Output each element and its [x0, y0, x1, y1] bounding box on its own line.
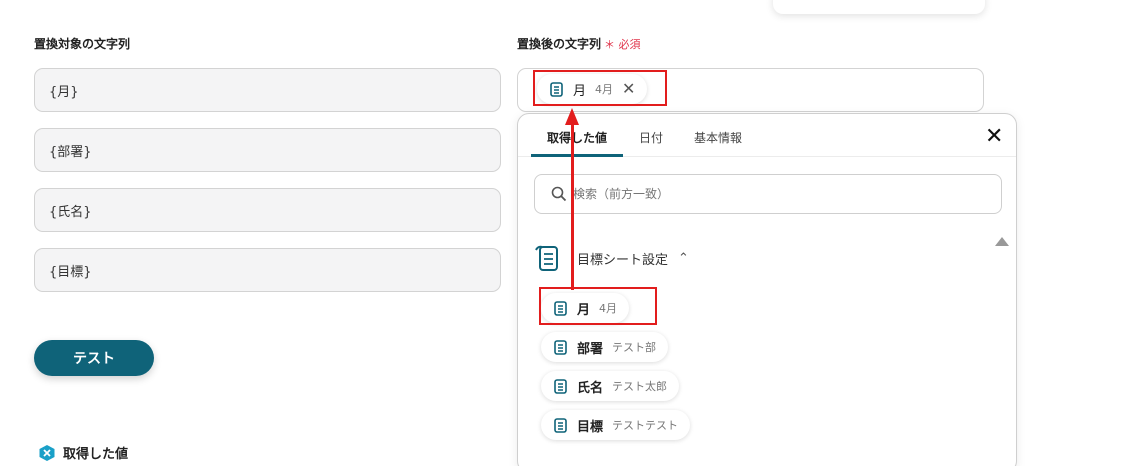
- replacement-label-text: 置換後の文字列: [517, 37, 602, 51]
- sheet-icon: [554, 378, 567, 394]
- search-icon: [551, 186, 567, 202]
- item-value: テストテスト: [612, 419, 679, 432]
- chevron-up-icon[interactable]: ⌃: [678, 251, 689, 266]
- target-field-month[interactable]: {月}: [34, 68, 501, 112]
- acquired-hex-icon: [39, 444, 55, 461]
- item-value: テスト部: [612, 341, 657, 354]
- replacement-string-label: 置換後の文字列＊ 必須: [517, 35, 641, 52]
- tab-date[interactable]: 日付: [639, 129, 663, 146]
- item-name: 氏名: [577, 380, 604, 396]
- sheet-icon: [554, 339, 567, 355]
- annotation-arrow-line: [571, 124, 574, 290]
- highlight-box-source: [539, 287, 657, 325]
- sheet-icon: [535, 245, 558, 271]
- highlight-box-target: [533, 70, 667, 106]
- active-tab-indicator: [531, 154, 623, 157]
- scroll-up-arrow[interactable]: [995, 237, 1009, 246]
- value-item-name[interactable]: 氏名 テスト太郎: [541, 371, 680, 401]
- item-name: 目標: [577, 419, 604, 435]
- required-mark: ＊ 必須: [604, 38, 641, 51]
- target-field-name[interactable]: {氏名}: [34, 188, 501, 232]
- annotation-arrow-head: [565, 108, 579, 125]
- search-input[interactable]: [573, 187, 973, 201]
- acquired-values-heading: 取得した値: [38, 443, 128, 462]
- tab-acquired-values[interactable]: 取得した値: [547, 129, 607, 146]
- acquired-values-label: 取得した値: [63, 447, 129, 462]
- sheet-icon: [554, 417, 567, 433]
- tab-basic-info[interactable]: 基本情報: [694, 129, 742, 146]
- target-string-label: 置換対象の文字列: [34, 37, 131, 51]
- item-name: 部署: [577, 341, 604, 357]
- search-box[interactable]: [534, 174, 1002, 214]
- collapsed-dropdown-chip: [773, 0, 985, 14]
- value-item-goal[interactable]: 目標 テストテスト: [541, 410, 691, 440]
- group-header[interactable]: 目標シート設定 ⌃: [535, 243, 689, 273]
- value-item-department[interactable]: 部署 テスト部: [541, 332, 669, 362]
- target-field-department[interactable]: {部署}: [34, 128, 501, 172]
- test-button[interactable]: テスト: [34, 340, 154, 376]
- target-field-goal[interactable]: {目標}: [34, 248, 501, 292]
- item-value: テスト太郎: [612, 380, 668, 393]
- close-icon[interactable]: ✕: [985, 126, 1003, 148]
- group-name: 目標シート設定: [577, 252, 669, 268]
